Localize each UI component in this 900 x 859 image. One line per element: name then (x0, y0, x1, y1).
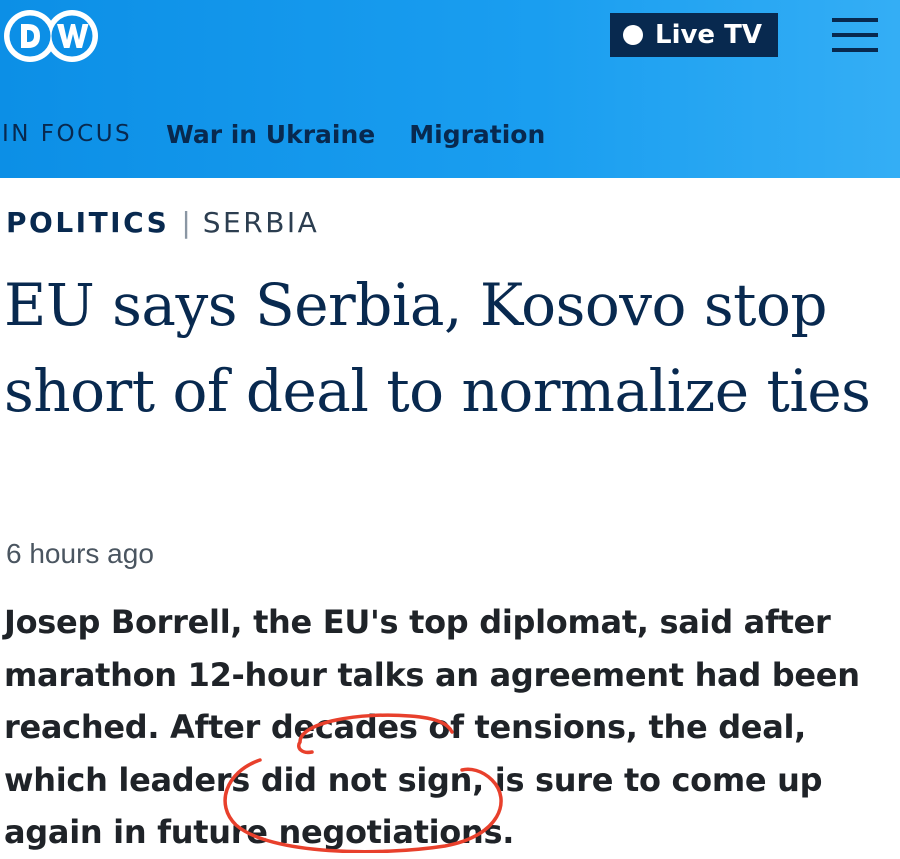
article-timestamp: 6 hours ago (6, 538, 154, 569)
category-serbia-link[interactable]: SERBIA (203, 206, 320, 239)
live-dot-icon (623, 25, 643, 45)
in-focus-nav: IN FOCUS War in Ukraine Migration (0, 112, 545, 156)
category-politics-link[interactable]: POLITICS (6, 206, 169, 239)
site-header: DW Live TV IN FOCUS War in Ukraine Migra… (0, 0, 900, 178)
article-lead: Josep Borrell, the EU's top diplomat, sa… (4, 603, 860, 851)
live-tv-button[interactable]: Live TV (610, 13, 778, 57)
dw-logo[interactable]: DW (2, 8, 100, 64)
nav-link-migration[interactable]: Migration (409, 120, 545, 149)
article-headline: EU says Serbia, Kosovo stop short of dea… (4, 271, 871, 425)
category-separator: | (181, 206, 191, 239)
hamburger-menu-icon[interactable] (832, 16, 878, 54)
live-tv-label: Live TV (655, 20, 762, 50)
in-focus-label: IN FOCUS (2, 121, 133, 147)
nav-link-war-in-ukraine[interactable]: War in Ukraine (166, 120, 375, 149)
article-category: POLITICS | SERBIA (6, 206, 319, 239)
